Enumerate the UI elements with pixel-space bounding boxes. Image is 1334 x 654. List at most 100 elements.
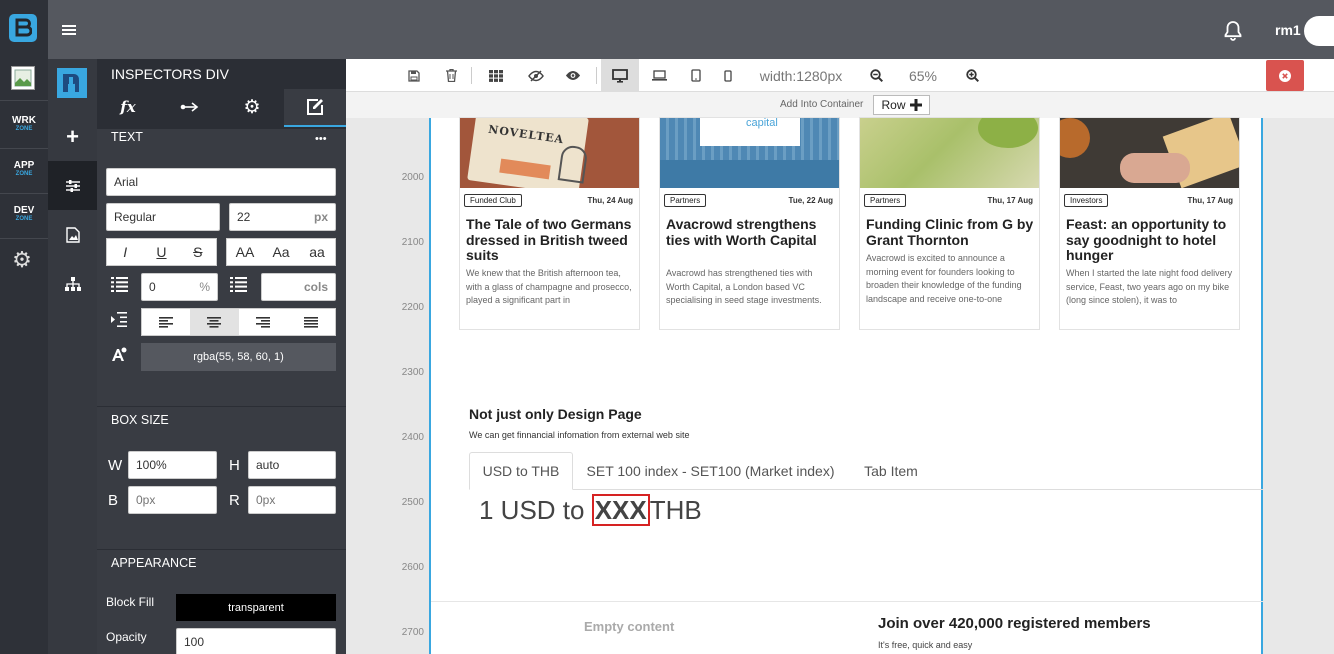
tab-interaction[interactable] bbox=[159, 89, 221, 125]
ruler-mark: 2500 bbox=[401, 497, 424, 508]
save-icon[interactable] bbox=[404, 59, 424, 92]
broken-image-icon[interactable] bbox=[11, 66, 35, 90]
align-left-button[interactable] bbox=[142, 309, 190, 335]
laptop-view-icon[interactable] bbox=[649, 59, 669, 92]
text-section-title: TEXT bbox=[111, 130, 143, 144]
italic-button[interactable]: I bbox=[107, 239, 143, 265]
more-options-icon[interactable]: ••• bbox=[315, 133, 327, 145]
tab-style[interactable] bbox=[284, 89, 346, 127]
ruler-mark: 2400 bbox=[401, 432, 424, 443]
right-field[interactable] bbox=[248, 486, 336, 514]
card-date: Thu, 17 Aug bbox=[987, 196, 1033, 205]
news-card[interactable]: Investors Thu, 17 Aug Feast: an opportun… bbox=[1059, 117, 1240, 330]
lowercase-button[interactable]: aa bbox=[299, 239, 335, 265]
pi-logo bbox=[57, 68, 87, 98]
align-justify-button[interactable] bbox=[287, 309, 335, 335]
tab-fx[interactable]: fx bbox=[97, 89, 159, 125]
card-image bbox=[860, 118, 1039, 188]
image-icon[interactable] bbox=[48, 210, 97, 259]
rate-prefix: 1 USD to bbox=[479, 494, 592, 525]
card-excerpt: Avacrowd has strengthened ties with Wort… bbox=[666, 268, 822, 305]
ruler-mark: 2600 bbox=[401, 562, 424, 573]
plus-icon bbox=[909, 99, 922, 111]
inspector-panel: INSPECTORS DIV fx ⚙ TEXT ••• Arial Regul… bbox=[97, 59, 346, 654]
section-subtitle: We can get finnancial infomation from ex… bbox=[469, 430, 690, 440]
card-title: Feast: an opportunity to say goodnight t… bbox=[1066, 216, 1227, 263]
columns-icon bbox=[230, 277, 247, 297]
news-card[interactable]: Partners Thu, 17 Aug Funding Clinic from… bbox=[859, 117, 1040, 330]
trash-icon[interactable] bbox=[441, 59, 461, 92]
h-label: H bbox=[229, 457, 240, 474]
ruler-mark: 2000 bbox=[401, 172, 424, 183]
tab-usd-thb[interactable]: USD to THB bbox=[469, 452, 573, 490]
join-subtitle: It's free, quick and easy bbox=[878, 640, 973, 650]
ruler-mark: 2300 bbox=[401, 367, 424, 378]
line-height-field[interactable]: 0 % bbox=[141, 273, 218, 301]
text-case-group: AA Aa aa bbox=[226, 238, 336, 266]
eye-icon[interactable] bbox=[562, 59, 584, 92]
sliders-icon[interactable] bbox=[48, 161, 97, 210]
app-rail: WRK ZONE APP ZONE DEV ZONE ⚙ bbox=[0, 0, 48, 654]
card-tag: Funded Club bbox=[464, 194, 522, 207]
card-excerpt: When I started the late night food deliv… bbox=[1066, 268, 1233, 305]
section-title: Not just only Design Page bbox=[469, 406, 642, 422]
join-heading: Join over 420,000 registered members bbox=[878, 615, 1151, 632]
rail-item-wrk[interactable]: WRK ZONE bbox=[0, 100, 48, 148]
eye-slash-icon[interactable] bbox=[525, 59, 547, 92]
font-weight-select[interactable]: Regular bbox=[106, 203, 220, 231]
block-fill-label: Block Fill bbox=[106, 595, 155, 609]
width-field[interactable]: 100% bbox=[128, 451, 217, 479]
rail-item-app[interactable]: APP ZONE bbox=[0, 145, 48, 193]
sitemap-icon[interactable] bbox=[48, 259, 97, 308]
close-editor-button[interactable] bbox=[1266, 60, 1304, 91]
height-field[interactable]: auto bbox=[248, 451, 336, 479]
empty-content-label: Empty content bbox=[584, 619, 675, 634]
w-label: W bbox=[108, 457, 123, 474]
align-center-button[interactable] bbox=[190, 309, 239, 335]
mobile-view-icon[interactable] bbox=[718, 59, 738, 92]
tab-item[interactable]: Tab Item bbox=[851, 452, 931, 490]
font-family-field[interactable]: Arial bbox=[106, 168, 336, 196]
columns-field[interactable]: cols bbox=[261, 273, 336, 301]
block-fill-field[interactable]: transparent bbox=[176, 594, 336, 621]
rail-item-dev[interactable]: DEV ZONE bbox=[0, 190, 48, 238]
tab-settings[interactable]: ⚙ bbox=[221, 89, 283, 125]
tablet-view-icon[interactable] bbox=[686, 59, 706, 92]
uppercase-button[interactable]: AA bbox=[227, 239, 263, 265]
add-icon[interactable]: + bbox=[48, 112, 97, 161]
appearance-section-title: APPEARANCE bbox=[111, 556, 197, 570]
card-excerpt: Avacrowd is excited to announce a mornin… bbox=[866, 253, 1022, 304]
brand-logo[interactable] bbox=[9, 14, 37, 42]
rate-value[interactable]: XXX bbox=[591, 494, 650, 526]
desktop-view-icon[interactable] bbox=[601, 59, 639, 92]
card-date: Tue, 22 Aug bbox=[788, 196, 833, 205]
bell-icon[interactable] bbox=[1220, 18, 1246, 44]
strikethrough-button[interactable]: S bbox=[180, 239, 216, 265]
zoom-in-icon[interactable] bbox=[962, 59, 982, 92]
ruler-mark: 2100 bbox=[401, 237, 424, 248]
avatar[interactable] bbox=[1304, 16, 1334, 46]
text-color-field[interactable]: rgba(55, 58, 60, 1) bbox=[141, 343, 336, 371]
menu-icon[interactable] bbox=[58, 19, 80, 41]
line-height-icon bbox=[111, 277, 128, 297]
tab-set100[interactable]: SET 100 index - SET100 (Market index) bbox=[583, 452, 838, 490]
card-title: The Tale of two Germans dressed in Briti… bbox=[466, 216, 632, 263]
box-size-section-title: BOX SIZE bbox=[111, 413, 169, 427]
capitalize-button[interactable]: Aa bbox=[263, 239, 299, 265]
zoom-out-icon[interactable] bbox=[866, 59, 886, 92]
add-row-button[interactable]: Row bbox=[873, 95, 930, 115]
card-image bbox=[1060, 118, 1239, 188]
underline-button[interactable]: U bbox=[143, 239, 179, 265]
card-image: capital bbox=[660, 118, 839, 188]
gear-icon[interactable]: ⚙ bbox=[10, 247, 34, 272]
opacity-field[interactable]: 100 bbox=[176, 628, 336, 654]
news-card[interactable]: capital Partners Tue, 22 Aug Avacrowd st… bbox=[659, 117, 840, 330]
font-size-field[interactable]: 22 px bbox=[229, 203, 336, 231]
grid-icon[interactable] bbox=[486, 59, 506, 92]
card-date: Thu, 24 Aug bbox=[587, 196, 633, 205]
bottom-field[interactable] bbox=[128, 486, 217, 514]
user-name[interactable]: rm1 bbox=[1275, 22, 1301, 38]
news-card[interactable]: NOVELTEA Funded Club Thu, 24 Aug The Tal… bbox=[459, 117, 640, 330]
inspector-title: INSPECTORS DIV bbox=[111, 66, 229, 82]
align-right-button[interactable] bbox=[239, 309, 287, 335]
